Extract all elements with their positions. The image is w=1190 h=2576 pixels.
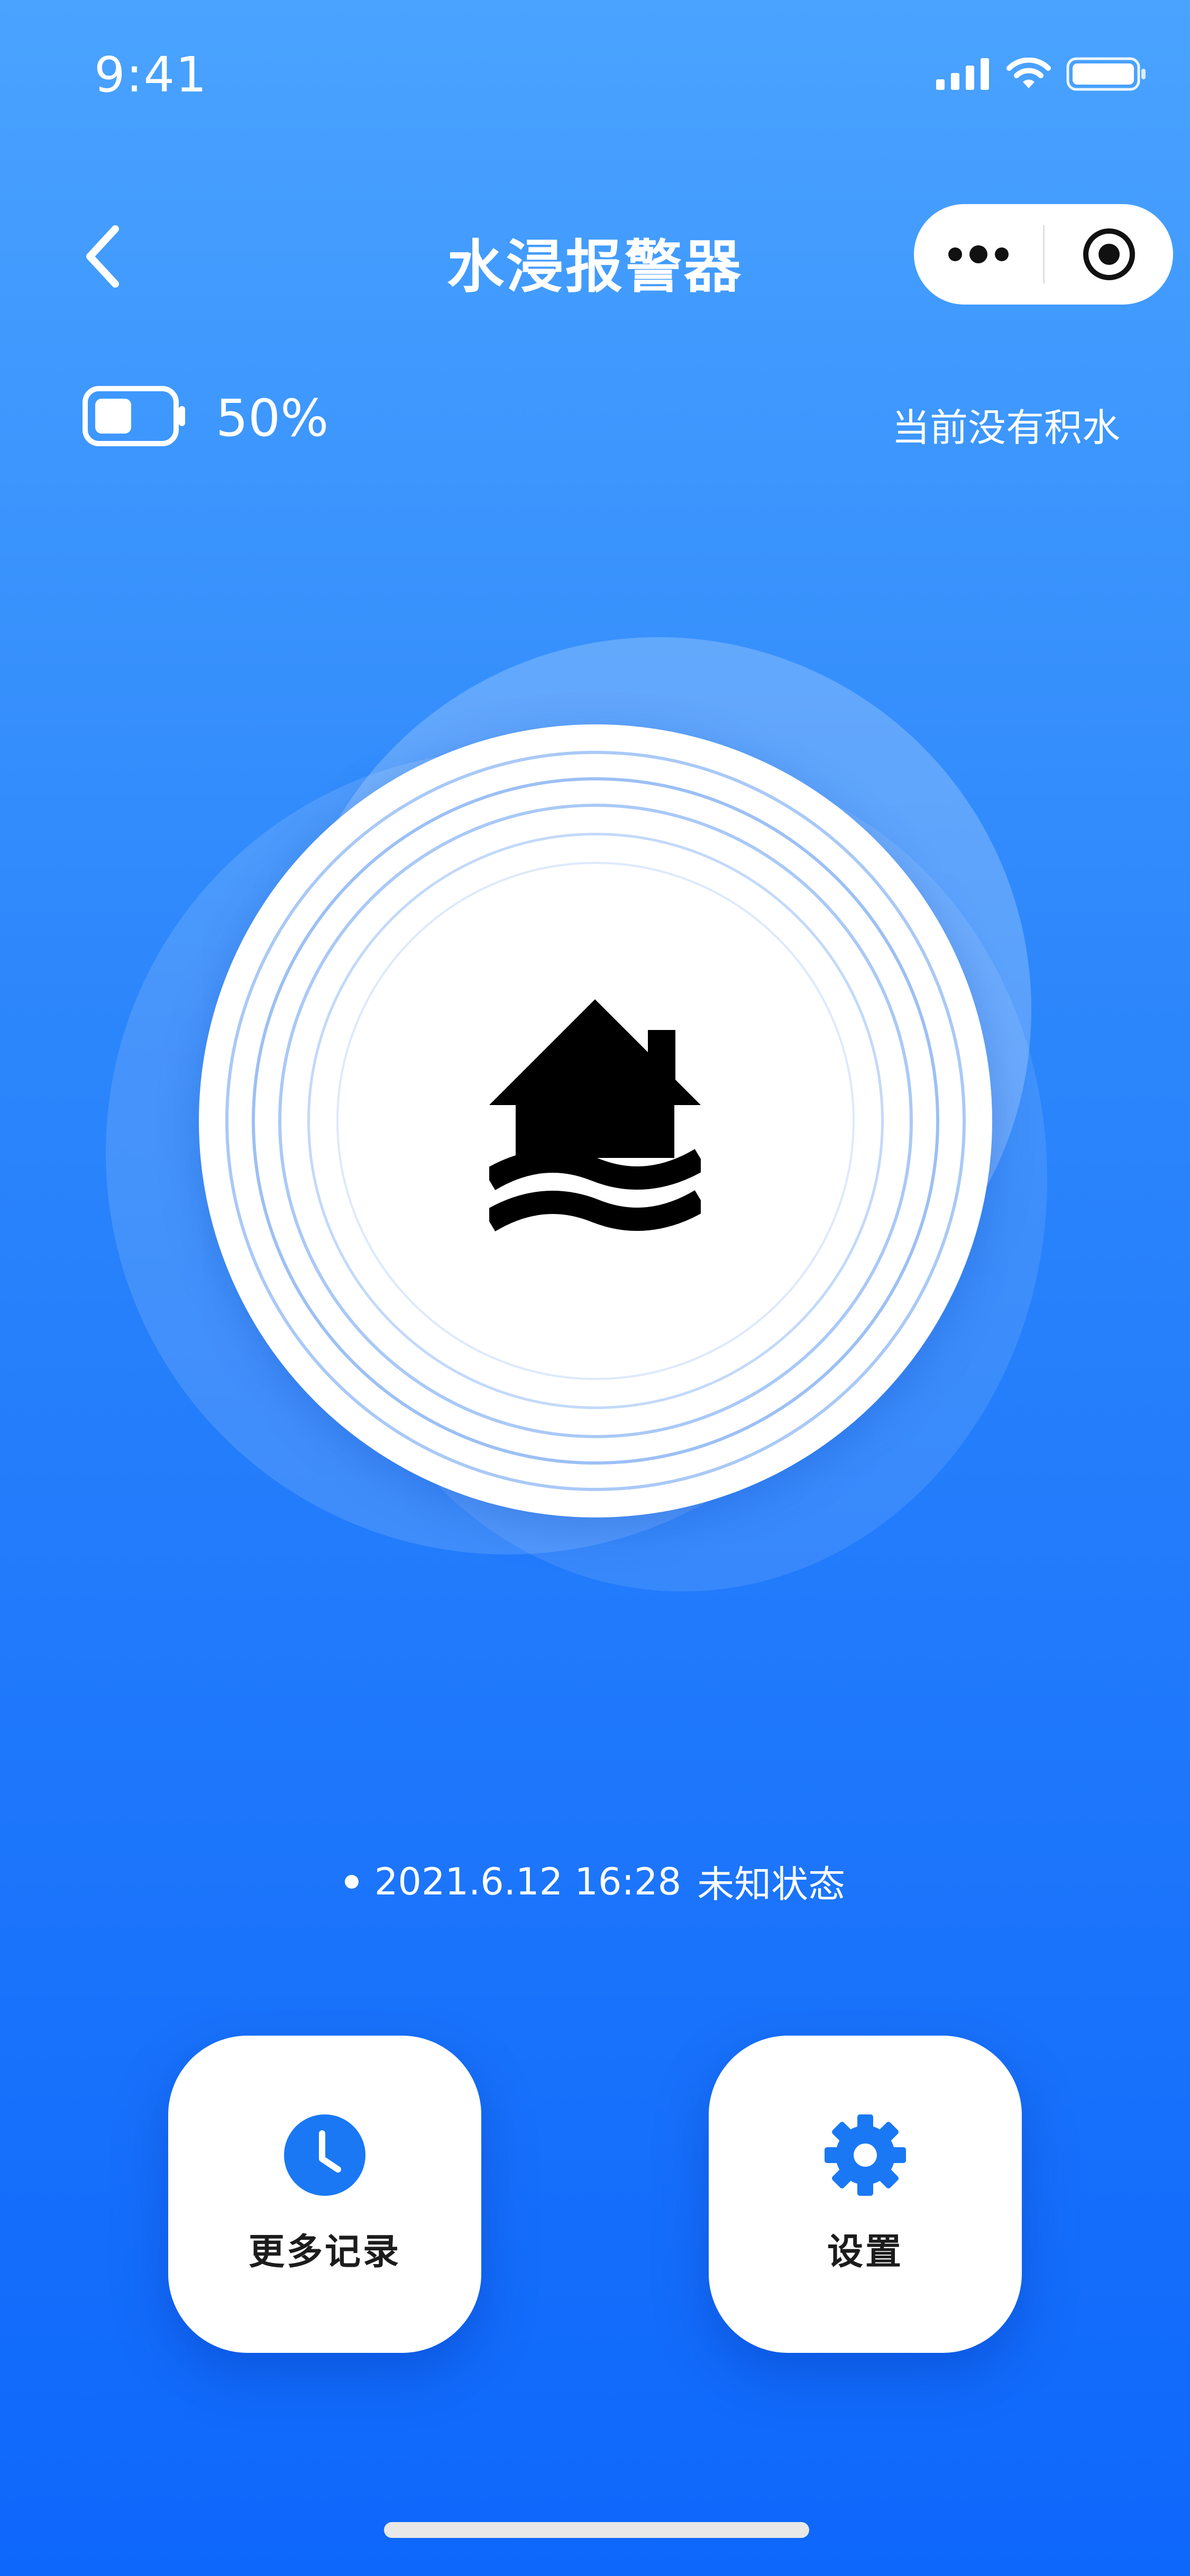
cellular-signal-icon — [936, 58, 989, 90]
battery-fill — [95, 399, 131, 434]
gear-icon — [825, 2114, 906, 2196]
water-status-text: 当前没有积水 — [891, 406, 1120, 450]
more-records-button[interactable]: 更多记录 — [168, 2036, 481, 2353]
more-dots-icon — [948, 245, 1009, 263]
settings-label: 设置 — [827, 2231, 903, 2273]
more-records-label: 更多记录 — [248, 2231, 401, 2273]
miniprogram-capsule — [914, 204, 1173, 305]
status-icons — [936, 57, 1147, 91]
target-circle-icon — [1083, 228, 1135, 280]
status-dot — [344, 1874, 359, 1889]
close-miniprogram-button[interactable] — [1045, 204, 1173, 305]
more-button[interactable] — [914, 204, 1043, 305]
wifi-icon — [1006, 58, 1051, 88]
battery-icon — [83, 386, 186, 448]
battery-percent: 50% — [216, 389, 329, 448]
clock-icon — [284, 2114, 365, 2196]
home-indicator[interactable] — [384, 2522, 809, 2538]
last-record-row: 2021.6.12 16:28 未知状态 — [0, 1855, 1190, 1908]
settings-button[interactable]: 设置 — [709, 2036, 1022, 2353]
house-flood-icon — [483, 999, 707, 1239]
last-record-status: 未知状态 — [697, 1863, 846, 1906]
status-time: 9:41 — [94, 47, 208, 103]
last-record-datetime: 2021.6.12 16:28 — [374, 1860, 682, 1903]
status-battery-icon — [1066, 57, 1146, 91]
